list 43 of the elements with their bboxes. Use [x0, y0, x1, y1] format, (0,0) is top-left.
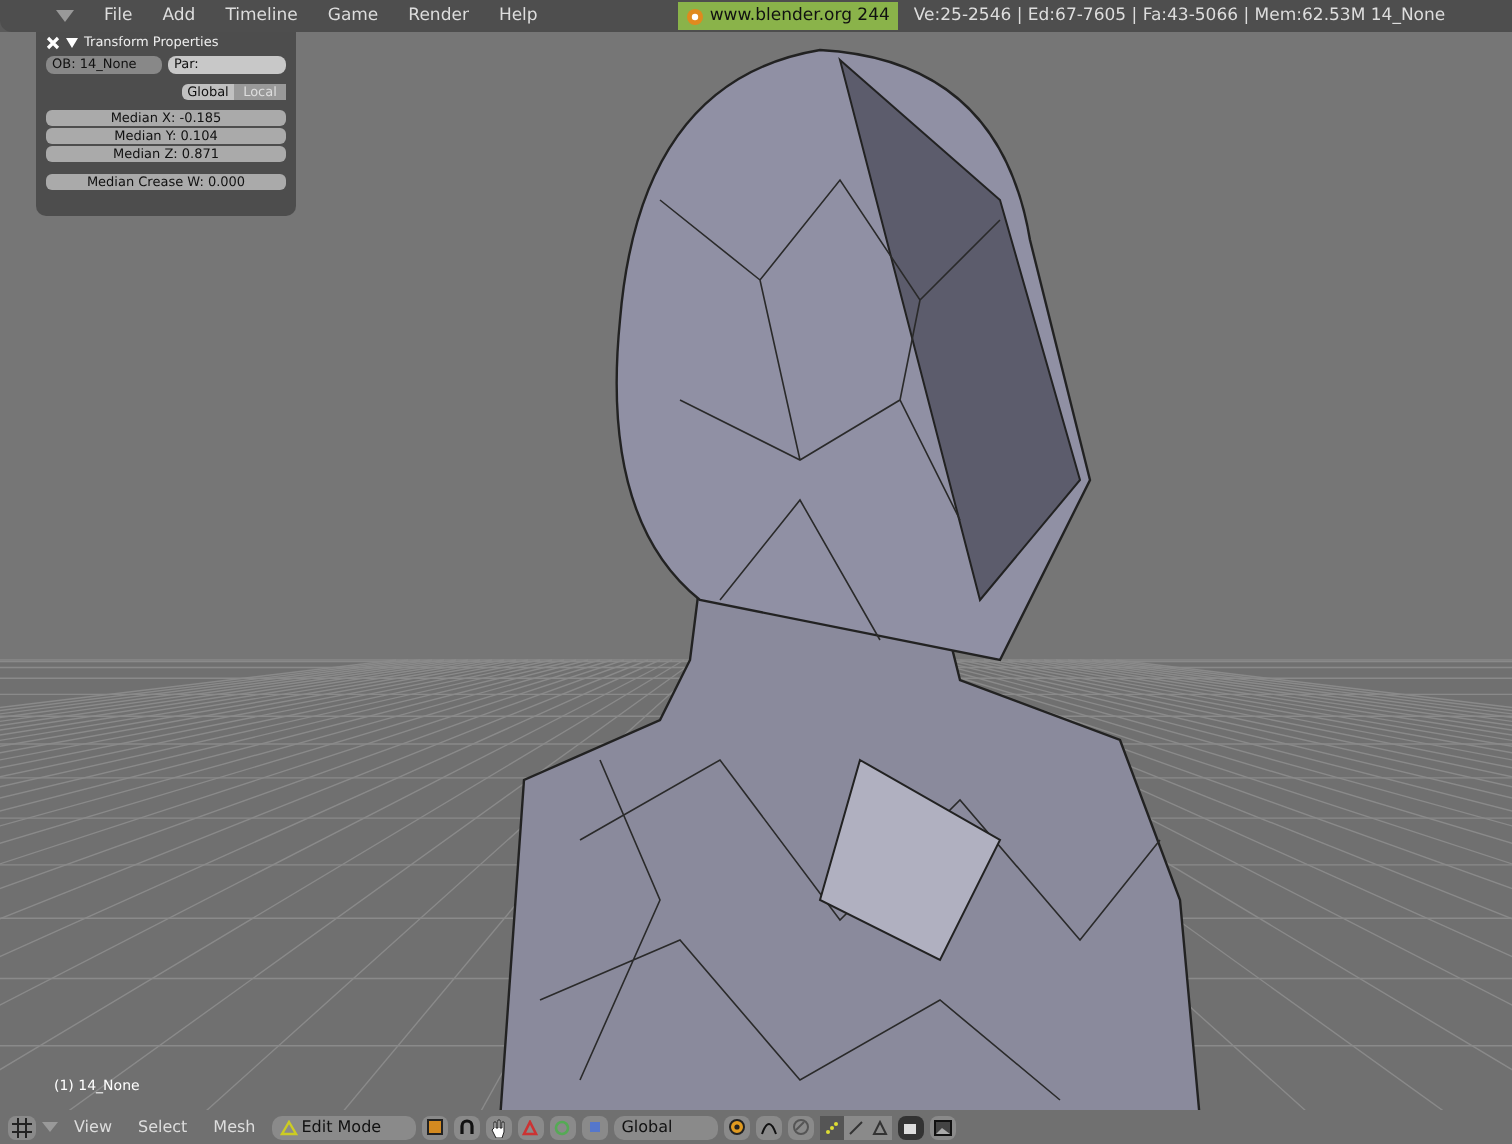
menu-item[interactable]: Add — [152, 6, 206, 26]
face-select-button[interactable] — [867, 1115, 892, 1139]
triangle-icon — [279, 1119, 298, 1135]
dots-icon — [823, 1119, 840, 1135]
draw-type-button[interactable] — [421, 1115, 448, 1139]
horseshoe-icon — [457, 1118, 476, 1136]
editor-type-button[interactable] — [8, 1115, 36, 1139]
menu-item[interactable]: View — [64, 1118, 122, 1136]
triangle-icon — [522, 1119, 539, 1135]
edge-select-button[interactable] — [843, 1115, 868, 1139]
occlude-button[interactable] — [897, 1115, 924, 1139]
curve-icon — [759, 1119, 778, 1135]
falloff-button[interactable] — [755, 1115, 782, 1139]
menu-item[interactable]: Help — [488, 6, 548, 26]
close-icon[interactable] — [46, 35, 60, 49]
proportional-edit-button[interactable] — [723, 1115, 750, 1139]
vertex-select-button[interactable] — [819, 1115, 844, 1139]
menu-item[interactable]: Mesh — [203, 1118, 266, 1136]
scene-stats: Ve:25-2546 | Ed:67-7605 | Fa:43-5066 | Mem:62.53M 14_None — [913, 6, 1446, 26]
render-button[interactable] — [929, 1115, 956, 1139]
badge-text: www.blender.org 244 — [709, 6, 890, 26]
target-icon — [727, 1118, 746, 1136]
caret-icon[interactable] — [56, 10, 74, 22]
cube-icon — [425, 1118, 444, 1136]
menu-item[interactable]: Game — [317, 6, 389, 26]
collapse-caret-icon[interactable] — [66, 37, 78, 47]
mode-dropdown[interactable]: Edit Mode — [271, 1115, 416, 1139]
square-icon — [587, 1120, 602, 1134]
manipulator-button[interactable] — [485, 1115, 512, 1139]
grid-icon — [12, 1117, 32, 1137]
ring-icon — [554, 1119, 571, 1135]
eye-icon — [685, 7, 704, 25]
triangle-icon — [871, 1119, 888, 1135]
hand-icon — [489, 1117, 508, 1137]
menu-item[interactable]: File — [94, 6, 143, 26]
pivot-button[interactable] — [453, 1115, 480, 1139]
image-icon — [933, 1119, 952, 1135]
menu-item[interactable]: Select — [127, 1118, 198, 1136]
menu-item[interactable]: Timeline — [215, 6, 308, 26]
cube-icon — [902, 1119, 919, 1135]
orientation-dropdown[interactable]: Global — [613, 1115, 718, 1139]
menu-item[interactable]: Render — [398, 6, 479, 26]
line-icon — [847, 1119, 864, 1135]
